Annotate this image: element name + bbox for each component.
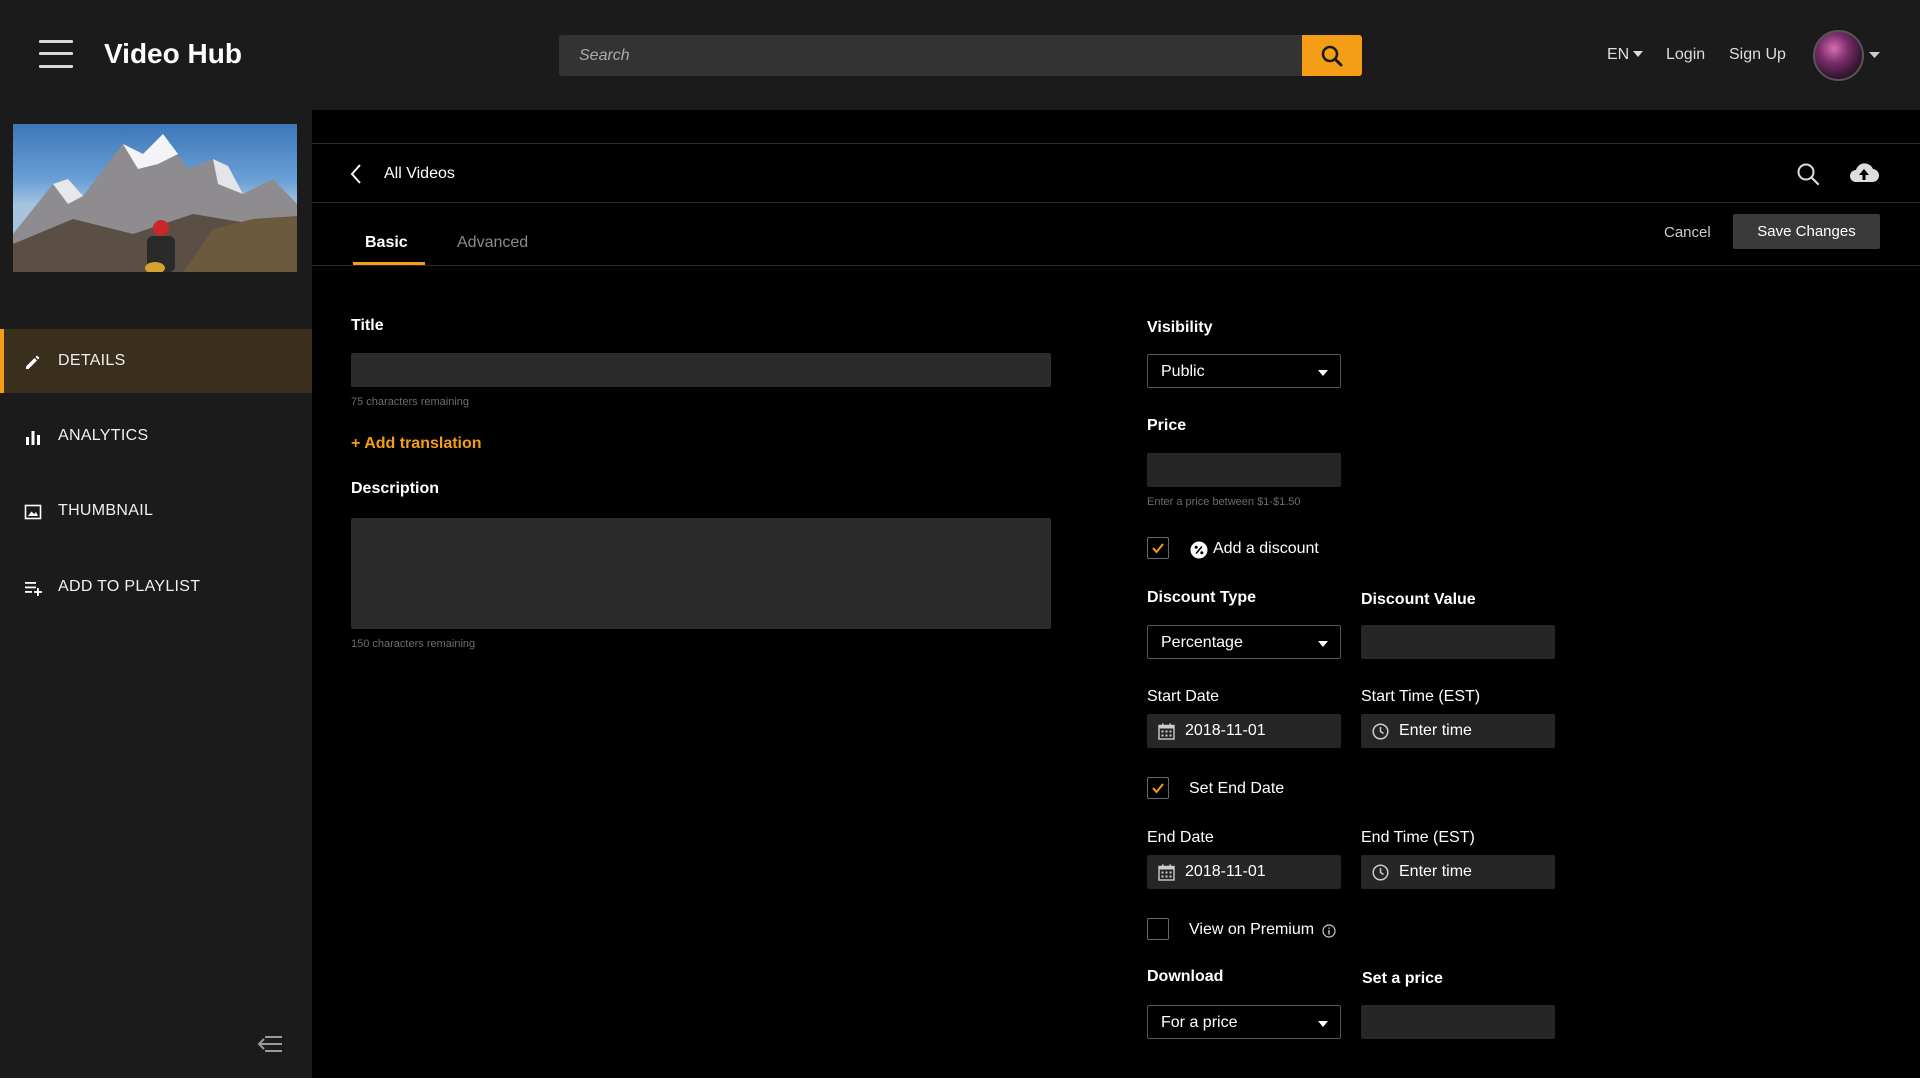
- download-value: For a price: [1161, 1014, 1238, 1031]
- discount-type-select[interactable]: Percentage: [1147, 625, 1341, 659]
- sidebar-item-analytics[interactable]: ANALYTICS: [0, 404, 312, 468]
- app-title: Video Hub: [104, 38, 242, 69]
- title-label: Title: [351, 317, 384, 334]
- discount-badge-icon: [1190, 541, 1208, 559]
- cancel-button[interactable]: Cancel: [1664, 224, 1711, 241]
- price-hint: Enter a price between $1-$1.50: [1147, 496, 1301, 508]
- sidebar-item-add-to-playlist[interactable]: ADD TO PLAYLIST: [0, 555, 312, 619]
- chevron-down-icon: [1318, 370, 1328, 376]
- login-link[interactable]: Login: [1666, 46, 1705, 64]
- chevron-down-icon: [1633, 50, 1644, 57]
- chevron-down-icon: [1318, 641, 1328, 647]
- end-date-value: 2018-11-01: [1185, 863, 1266, 880]
- visibility-label: Visibility: [1147, 319, 1213, 336]
- discount-value-label: Discount Value: [1361, 591, 1476, 608]
- view-on-premium-label: View on Premium: [1189, 921, 1315, 938]
- price-input[interactable]: [1147, 453, 1341, 487]
- tab-advanced[interactable]: Advanced: [457, 234, 528, 252]
- add-discount-label: Add a discount: [1213, 540, 1319, 557]
- language-selector[interactable]: EN: [1607, 46, 1644, 64]
- discount-value-input[interactable]: [1361, 625, 1555, 659]
- discount-type-label: Discount Type: [1147, 589, 1257, 606]
- search-button[interactable]: [1302, 35, 1362, 76]
- search-icon: [1321, 45, 1343, 67]
- start-date-input[interactable]: 2018-11-01: [1147, 714, 1341, 748]
- language-label: EN: [1607, 46, 1630, 63]
- download-label: Download: [1147, 968, 1224, 985]
- sidebar-item-details[interactable]: DETAILS: [0, 329, 312, 393]
- image-icon: [24, 504, 42, 520]
- search-input[interactable]: [559, 35, 1302, 76]
- end-date-label: End Date: [1147, 829, 1214, 846]
- set-end-date-label: Set End Date: [1189, 780, 1285, 797]
- chevron-left-icon[interactable]: [350, 163, 362, 185]
- pencil-icon: [26, 355, 40, 369]
- sidebar: DETAILS ANALYTICS THUMBNAIL ADD TO PLAYL…: [0, 110, 312, 1078]
- sidebar-item-label: ADD TO PLAYLIST: [58, 578, 201, 595]
- save-changes-button[interactable]: Save Changes: [1733, 214, 1880, 249]
- sidebar-item-label: THUMBNAIL: [58, 502, 154, 519]
- calendar-icon: [1158, 864, 1175, 881]
- breadcrumb: All Videos: [312, 143, 1920, 203]
- end-time-label: End Time (EST): [1361, 829, 1475, 846]
- view-on-premium-checkbox[interactable]: [1147, 918, 1169, 940]
- bar-chart-icon: [26, 431, 40, 445]
- checkmark-icon: [1152, 543, 1164, 554]
- price-label: Price: [1147, 417, 1187, 434]
- end-time-input[interactable]: Enter time: [1361, 855, 1555, 889]
- description-hint: 150 characters remaining: [351, 638, 476, 650]
- start-date-label: Start Date: [1147, 688, 1220, 705]
- set-a-price-label: Set a price: [1362, 970, 1443, 987]
- title-hint: 75 characters remaining: [351, 396, 470, 408]
- set-end-date-checkbox[interactable]: [1147, 777, 1169, 799]
- visibility-select[interactable]: Public: [1147, 354, 1341, 388]
- active-tab-indicator: [353, 262, 425, 265]
- description-label: Description: [351, 480, 440, 497]
- start-date-value: 2018-11-01: [1185, 722, 1266, 739]
- info-icon[interactable]: [1322, 924, 1336, 938]
- chevron-down-icon: [1318, 1021, 1328, 1027]
- download-select[interactable]: For a price: [1147, 1005, 1341, 1039]
- chevron-down-icon[interactable]: [1869, 52, 1880, 59]
- start-time-input[interactable]: Enter time: [1361, 714, 1555, 748]
- playlist-add-icon: [25, 582, 42, 596]
- avatar[interactable]: [1813, 30, 1864, 81]
- search-bar: [559, 35, 1362, 76]
- calendar-icon: [1158, 723, 1175, 740]
- sidebar-item-label: ANALYTICS: [58, 427, 149, 444]
- signup-link[interactable]: Sign Up: [1729, 46, 1786, 64]
- title-input[interactable]: [351, 353, 1051, 387]
- sidebar-item-label: DETAILS: [58, 352, 126, 369]
- clock-icon: [1372, 864, 1389, 881]
- set-a-price-input[interactable]: [1361, 1005, 1555, 1039]
- collapse-sidebar-icon[interactable]: [257, 1034, 283, 1054]
- end-time-value: Enter time: [1399, 863, 1472, 880]
- start-time-label: Start Time (EST): [1361, 688, 1481, 705]
- top-bar: Video Hub EN Login Sign Up: [0, 0, 1920, 110]
- tab-bar: Basic Advanced Cancel Save Changes: [312, 204, 1920, 266]
- add-discount-checkbox[interactable]: [1147, 537, 1169, 559]
- sidebar-item-thumbnail[interactable]: THUMBNAIL: [0, 479, 312, 543]
- add-translation-link[interactable]: + Add translation: [351, 435, 482, 453]
- breadcrumb-all-videos[interactable]: All Videos: [384, 165, 455, 183]
- checkmark-icon: [1152, 783, 1164, 794]
- end-date-input[interactable]: 2018-11-01: [1147, 855, 1341, 889]
- description-textarea[interactable]: [351, 518, 1051, 629]
- discount-type-value: Percentage: [1161, 634, 1243, 651]
- main-content: All Videos Basic Advanced Cancel Save Ch…: [312, 110, 1920, 1078]
- clock-icon: [1372, 723, 1389, 740]
- search-icon[interactable]: [1796, 162, 1820, 186]
- cloud-upload-icon[interactable]: [1849, 161, 1879, 185]
- visibility-value: Public: [1161, 363, 1205, 380]
- video-thumbnail: [13, 124, 297, 272]
- start-time-value: Enter time: [1399, 722, 1472, 739]
- tab-basic[interactable]: Basic: [365, 234, 408, 252]
- hamburger-menu-icon[interactable]: [39, 40, 73, 68]
